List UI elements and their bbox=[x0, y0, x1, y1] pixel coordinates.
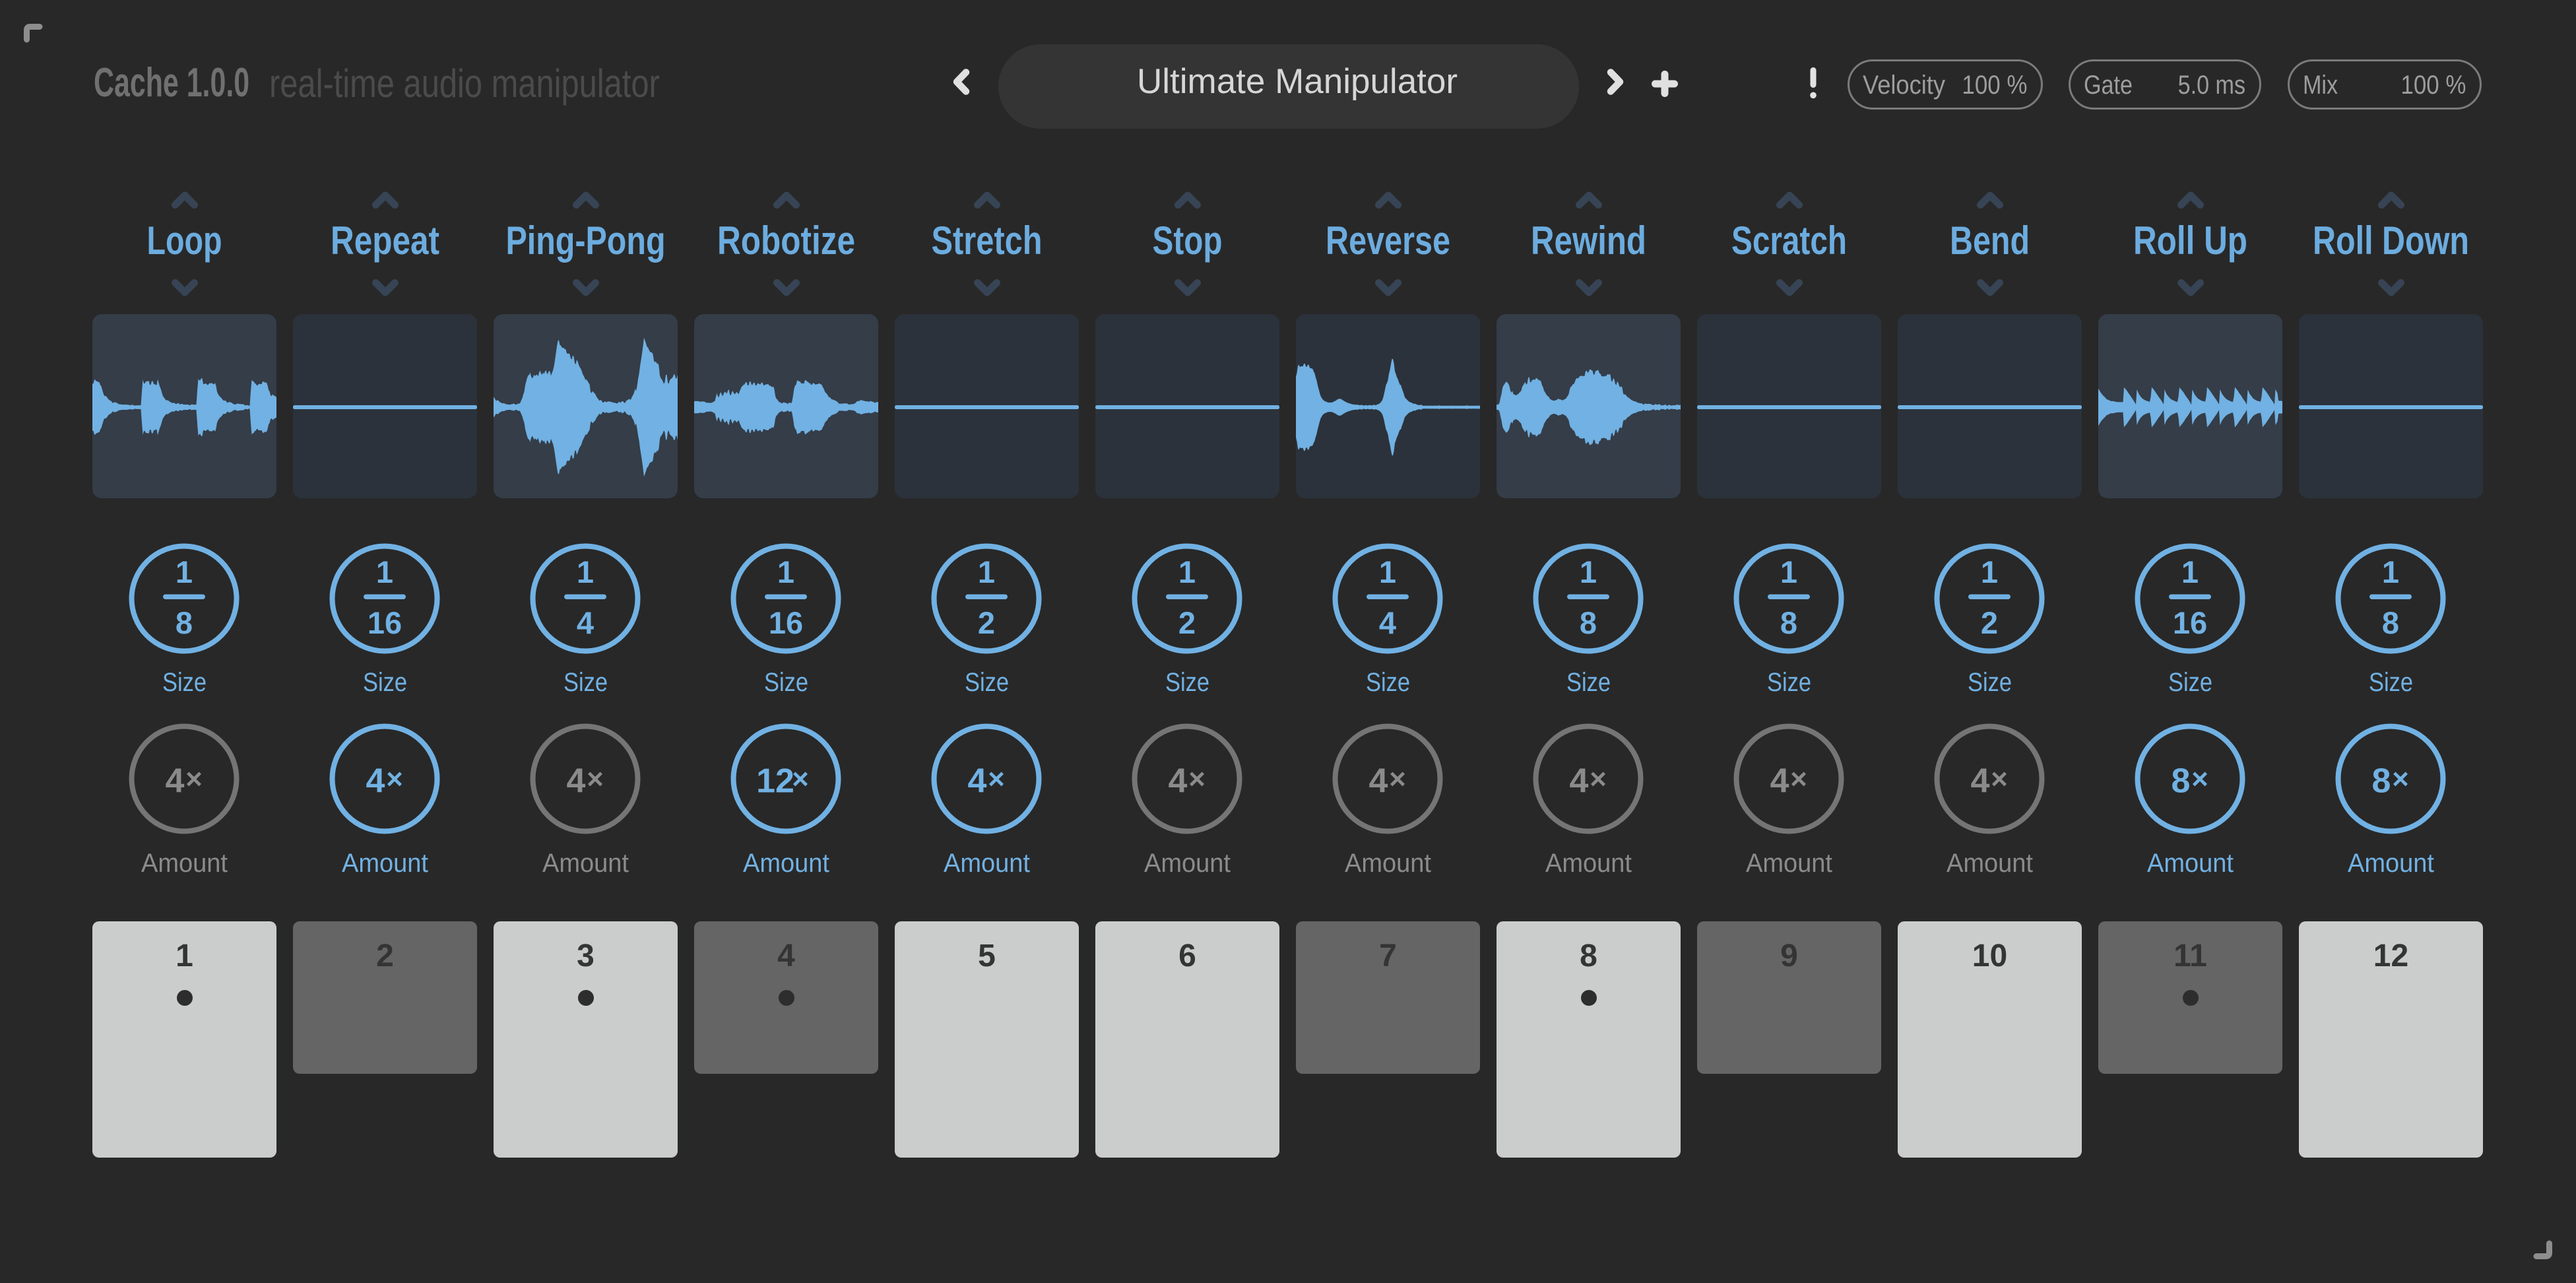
svg-text:4: 4 bbox=[1379, 605, 1396, 640]
svg-text:×: × bbox=[1991, 763, 2008, 795]
svg-text:×: × bbox=[988, 763, 1005, 795]
svg-text:×: × bbox=[1790, 763, 1807, 795]
svg-text:1: 1 bbox=[777, 554, 794, 589]
svg-text:8: 8 bbox=[2382, 605, 2399, 640]
svg-text:1: 1 bbox=[1981, 554, 1998, 589]
svg-text:×: × bbox=[1188, 763, 1206, 795]
svg-text:8: 8 bbox=[2172, 762, 2191, 801]
svg-text:2: 2 bbox=[1178, 605, 1196, 640]
svg-text:2: 2 bbox=[1981, 605, 1998, 640]
svg-text:4: 4 bbox=[1770, 762, 1789, 801]
svg-text:×: × bbox=[1389, 763, 1406, 795]
svg-text:1: 1 bbox=[2382, 554, 2399, 589]
svg-text:4: 4 bbox=[968, 762, 987, 801]
svg-text:×: × bbox=[2392, 763, 2409, 795]
svg-text:16: 16 bbox=[2173, 605, 2207, 640]
svg-text:×: × bbox=[792, 763, 809, 795]
svg-text:16: 16 bbox=[368, 605, 402, 640]
svg-text:×: × bbox=[185, 763, 203, 795]
svg-text:1: 1 bbox=[1379, 554, 1396, 589]
svg-text:1: 1 bbox=[376, 554, 393, 589]
svg-text:×: × bbox=[1590, 763, 1607, 795]
svg-text:4: 4 bbox=[1570, 762, 1589, 801]
svg-text:×: × bbox=[386, 763, 403, 795]
svg-text:1: 1 bbox=[176, 554, 193, 589]
svg-text:1: 1 bbox=[1580, 554, 1597, 589]
svg-text:1: 1 bbox=[577, 554, 594, 589]
svg-text:4: 4 bbox=[1971, 762, 1990, 801]
svg-text:4: 4 bbox=[166, 762, 185, 801]
svg-text:4: 4 bbox=[1169, 762, 1188, 801]
svg-text:1: 1 bbox=[978, 554, 995, 589]
svg-text:12: 12 bbox=[756, 762, 794, 801]
svg-text:4: 4 bbox=[1369, 762, 1388, 801]
svg-text:4: 4 bbox=[366, 762, 385, 801]
svg-text:1: 1 bbox=[1780, 554, 1797, 589]
svg-text:1: 1 bbox=[2181, 554, 2199, 589]
svg-text:8: 8 bbox=[1780, 605, 1797, 640]
svg-text:1: 1 bbox=[1178, 554, 1196, 589]
svg-text:2: 2 bbox=[978, 605, 995, 640]
svg-text:4: 4 bbox=[577, 605, 594, 640]
svg-text:×: × bbox=[2191, 763, 2208, 795]
svg-text:4: 4 bbox=[567, 762, 586, 801]
svg-text:8: 8 bbox=[2372, 762, 2391, 801]
svg-text:8: 8 bbox=[176, 605, 193, 640]
svg-text:16: 16 bbox=[769, 605, 803, 640]
svg-text:8: 8 bbox=[1580, 605, 1597, 640]
svg-text:×: × bbox=[587, 763, 604, 795]
